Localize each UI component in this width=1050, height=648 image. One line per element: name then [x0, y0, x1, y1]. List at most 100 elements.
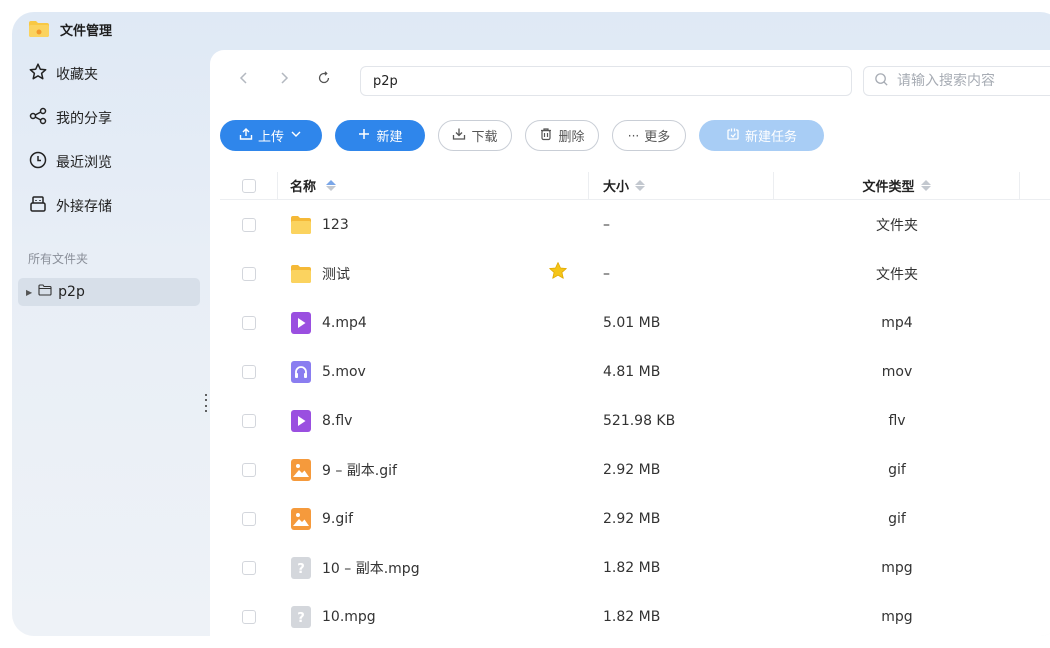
sidebar: 收藏夹 我的分享 最近浏览 外接存储 所有文件夹 ▶ p2p	[12, 52, 210, 306]
sidebar-item-my-shares[interactable]: 我的分享	[12, 96, 210, 140]
table-row[interactable]: ? 10 – 副本.mpg 1.82 MB mpg	[220, 543, 1050, 592]
chevron-right-icon	[276, 70, 292, 90]
row-checkbox[interactable]	[242, 364, 256, 379]
sidebar-item-label: 外接存储	[56, 199, 112, 215]
delete-label: 删除	[558, 130, 585, 145]
row-checkbox[interactable]	[242, 217, 256, 232]
search-icon	[874, 72, 889, 91]
table-row[interactable]: 9 – 副本.gif 2.92 MB gif	[220, 445, 1050, 494]
action-toolbar: 上传 新建 下载 删除 ··· 更多 新建任务	[220, 120, 837, 151]
sidebar-item-label: 最近浏览	[56, 155, 112, 171]
search-box	[863, 66, 1050, 96]
refresh-button[interactable]	[304, 65, 344, 95]
new-task-button[interactable]: 新建任务	[699, 120, 824, 151]
column-type-label: 文件类型	[862, 180, 915, 195]
audio-file-icon	[290, 360, 312, 384]
file-size: –	[603, 216, 610, 233]
file-size: 2.92 MB	[603, 461, 661, 478]
file-name: 9.gif	[322, 510, 354, 527]
more-button[interactable]: ··· 更多	[612, 120, 686, 151]
table-row[interactable]: ? 10.mpg 1.82 MB mpg	[220, 592, 1050, 636]
chevron-left-icon	[236, 70, 252, 90]
sort-icon[interactable]	[326, 180, 337, 191]
search-input[interactable]	[897, 73, 1050, 89]
download-icon	[452, 127, 466, 145]
file-type: mpg	[881, 559, 913, 576]
file-table: 名称 大小 文件类型 123 – 文件夹 测试 – 文件夹 4.mp4 5.01…	[220, 171, 1050, 636]
table-header: 名称 大小 文件类型	[220, 171, 1050, 200]
path-text: p2p	[373, 73, 398, 89]
chevron-down-icon	[289, 127, 303, 145]
main-panel: p2p 上传 新建 下载 删除	[210, 50, 1050, 636]
row-checkbox[interactable]	[242, 511, 256, 526]
column-header-size[interactable]: 大小	[589, 171, 774, 200]
sidebar-resize-handle[interactable]	[204, 394, 208, 412]
folder-outline-icon	[38, 284, 52, 300]
file-name: 10 – 副本.mpg	[322, 560, 420, 577]
tree-item-p2p[interactable]: ▶ p2p	[18, 278, 200, 306]
download-button[interactable]: 下载	[438, 120, 512, 151]
favorite-star-icon[interactable]	[548, 261, 568, 281]
file-name: 10.mpg	[322, 608, 376, 625]
row-checkbox[interactable]	[242, 413, 256, 428]
forward-button[interactable]	[264, 65, 304, 95]
column-size-label: 大小	[603, 180, 630, 195]
column-header-type[interactable]: 文件类型	[774, 171, 1020, 200]
table-row[interactable]: 测试 – 文件夹	[220, 249, 1050, 298]
sort-icon[interactable]	[635, 180, 646, 191]
file-size: 2.92 MB	[603, 510, 661, 527]
file-name: 5.mov	[322, 363, 366, 380]
sidebar-item-label: 我的分享	[56, 111, 112, 127]
back-button[interactable]	[224, 65, 264, 95]
row-checkbox[interactable]	[242, 266, 256, 281]
table-row[interactable]: 8.flv 521.98 KB flv	[220, 396, 1050, 445]
video-file-icon	[290, 311, 312, 335]
unknown-file-icon: ?	[290, 556, 312, 580]
upload-icon	[239, 127, 253, 145]
star-icon	[28, 62, 48, 86]
sidebar-item-external-storage[interactable]: 外接存储	[12, 184, 210, 228]
row-checkbox[interactable]	[242, 315, 256, 330]
file-type: mov	[881, 363, 913, 380]
sidebar-item-favorites[interactable]: 收藏夹	[12, 52, 210, 96]
row-checkbox[interactable]	[242, 560, 256, 575]
plus-icon	[357, 127, 371, 145]
unknown-file-icon: ?	[290, 605, 312, 629]
column-header-name[interactable]: 名称	[278, 171, 589, 200]
app-window: 文件管理 收藏夹 我的分享 最近浏览 外接存储 所有文件夹 ▶ p2p p2p …	[12, 12, 1050, 636]
tree-item-label: p2p	[58, 284, 85, 300]
refresh-icon	[316, 70, 332, 90]
table-body: 123 – 文件夹 测试 – 文件夹 4.mp4 5.01 MB mp4 5.m…	[220, 200, 1050, 636]
table-row[interactable]: 5.mov 4.81 MB mov	[220, 347, 1050, 396]
table-row[interactable]: 123 – 文件夹	[220, 200, 1050, 249]
file-type: mp4	[881, 314, 913, 331]
more-label: 更多	[644, 130, 671, 145]
image-file-icon	[290, 507, 312, 531]
svg-text:?: ?	[297, 562, 305, 577]
new-button[interactable]: 新建	[335, 120, 425, 151]
svg-text:?: ?	[297, 611, 305, 626]
sidebar-item-label: 收藏夹	[56, 67, 98, 83]
table-row[interactable]: 4.mp4 5.01 MB mp4	[220, 298, 1050, 347]
more-dots-icon: ···	[627, 128, 640, 143]
app-title: 文件管理	[60, 23, 113, 39]
file-type: flv	[888, 412, 906, 429]
sort-icon[interactable]	[920, 180, 931, 191]
file-size: –	[603, 265, 610, 282]
path-bar[interactable]: p2p	[360, 66, 852, 96]
upload-button[interactable]: 上传	[220, 120, 322, 151]
select-all-checkbox[interactable]	[241, 178, 256, 193]
delete-button[interactable]: 删除	[525, 120, 599, 151]
sidebar-item-recent[interactable]: 最近浏览	[12, 140, 210, 184]
row-checkbox[interactable]	[242, 609, 256, 624]
file-name: 测试	[322, 266, 350, 283]
row-checkbox[interactable]	[242, 462, 256, 477]
caret-right-icon[interactable]: ▶	[26, 288, 32, 297]
table-row[interactable]: 9.gif 2.92 MB gif	[220, 494, 1050, 543]
new-label: 新建	[376, 130, 403, 145]
title-bar: 文件管理	[12, 12, 112, 46]
share-icon	[28, 106, 48, 130]
column-name-label: 名称	[290, 180, 317, 195]
file-type: 文件夹	[876, 217, 918, 234]
navigation-bar: p2p	[224, 64, 1050, 96]
